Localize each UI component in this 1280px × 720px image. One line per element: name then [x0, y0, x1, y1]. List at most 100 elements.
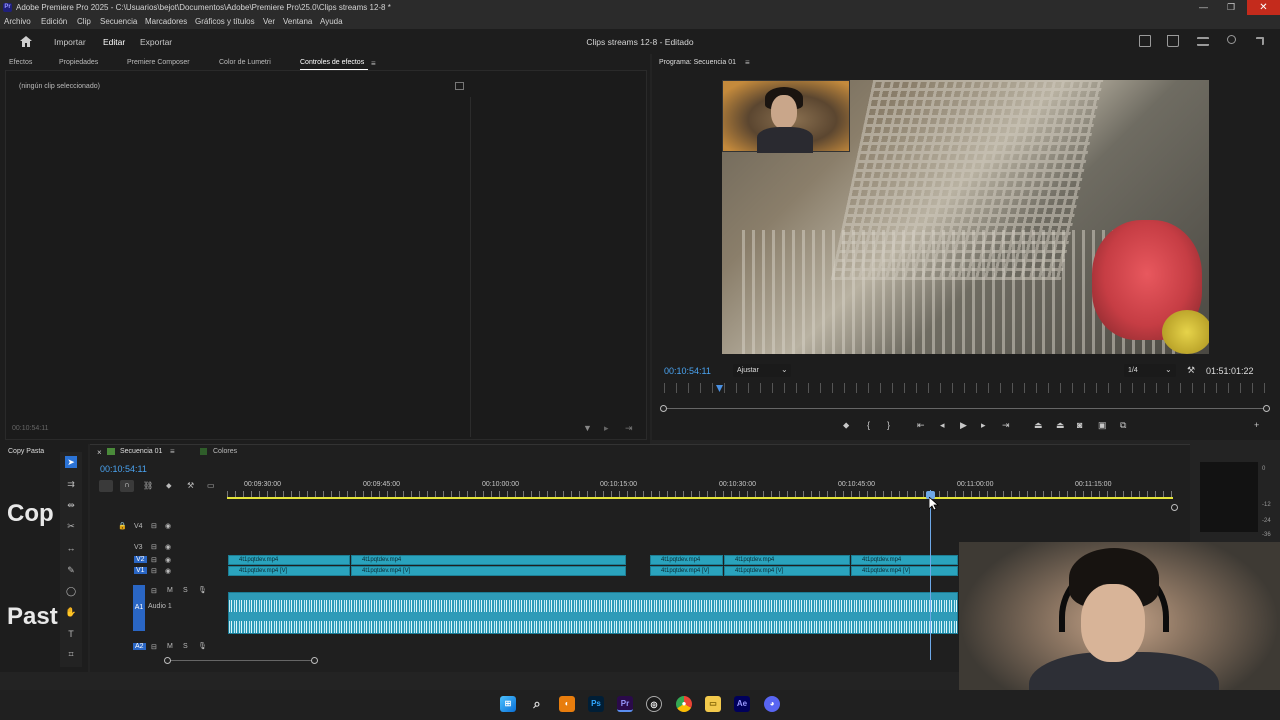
lift-icon[interactable]: ⏏ — [1034, 420, 1043, 431]
go-to-out-icon[interactable]: ⇥ — [1002, 420, 1010, 431]
clip-v2-2[interactable]: 4t1pqtdev.mp4 — [351, 555, 626, 565]
sync-icon[interactable]: ⊟ — [151, 556, 157, 564]
fullscreen-icon[interactable] — [1256, 37, 1264, 45]
share-icon[interactable] — [1167, 35, 1179, 47]
mark-in-icon[interactable]: { — [867, 420, 870, 430]
razor-icon[interactable]: ✂ — [65, 520, 77, 532]
timeline-playhead[interactable] — [930, 490, 931, 660]
tab-color-lumetri[interactable]: Color de Lumetri — [219, 59, 271, 66]
tab-controles-efectos[interactable]: Controles de efectos — [300, 59, 364, 66]
lock-icon[interactable]: 🔒 — [118, 522, 127, 530]
discord-icon[interactable]: ◕ — [764, 696, 780, 712]
menu-graficos[interactable]: Gráficos y títulos — [195, 17, 255, 26]
mute-button[interactable]: M — [167, 643, 173, 650]
work-area-bar[interactable] — [227, 497, 1173, 499]
windows-icon[interactable]: ⊞ — [500, 696, 516, 712]
mic-icon[interactable]: 🎙 — [198, 586, 207, 594]
ellipse-icon[interactable]: ◯ — [65, 585, 77, 597]
eye-icon[interactable]: ◉ — [165, 543, 171, 551]
compare-icon[interactable]: ▣ — [1098, 420, 1107, 431]
toggle-timeline-icon[interactable] — [455, 82, 464, 90]
menu-ver[interactable]: Ver — [263, 17, 275, 26]
settings-wrench-icon[interactable]: ⚒ — [187, 481, 194, 490]
wrench-icon[interactable]: ⚒ — [1187, 365, 1195, 376]
menu-ventana[interactable]: Ventana — [283, 17, 312, 26]
track-v2-label[interactable]: V2 — [134, 556, 147, 563]
zoom-handle-right[interactable] — [1263, 405, 1270, 412]
eye-icon[interactable]: ◉ — [165, 522, 171, 530]
nest-icon[interactable] — [99, 480, 113, 492]
menu-marcadores[interactable]: Marcadores — [145, 17, 187, 26]
add-marker-icon[interactable]: ⬥ — [843, 420, 849, 431]
blender-icon[interactable]: ◐ — [559, 696, 575, 712]
search-icon[interactable]: ⌕ — [529, 696, 545, 712]
track-v3-label[interactable]: V3 — [134, 544, 143, 551]
program-timecode[interactable]: 00:10:54:11 — [664, 366, 711, 376]
step-back-icon[interactable]: ◂ — [940, 420, 945, 431]
aftereffects-icon[interactable]: Ae — [734, 696, 750, 712]
go-to-in-icon[interactable]: ⇤ — [917, 420, 925, 431]
clip-v1-5[interactable]: 4t1pqtdev.mp4 [V] — [851, 566, 958, 576]
ripple-edit-icon[interactable]: ⇹ — [65, 499, 77, 511]
folder-icon[interactable]: ▭ — [705, 696, 721, 712]
camera-icon[interactable]: ◙ — [1077, 420, 1082, 430]
solo-button[interactable]: S — [183, 643, 188, 650]
clip-v1-4[interactable]: 4t1pqtdev.mp4 [V] — [724, 566, 850, 576]
sync-icon[interactable]: ⊟ — [151, 587, 157, 595]
menu-secuencia[interactable]: Secuencia — [100, 17, 137, 26]
track-a2-label[interactable]: A2 — [133, 643, 146, 650]
sync-icon[interactable]: ⊟ — [151, 567, 157, 575]
panel-menu-icon[interactable]: ≡ — [371, 59, 376, 68]
mic-icon[interactable]: 🎙 — [198, 642, 207, 650]
program-video-frame[interactable] — [722, 80, 1209, 354]
timeline-zoom-left[interactable] — [164, 657, 171, 664]
track-select-icon[interactable]: ⇉ — [65, 478, 77, 490]
fit-dropdown[interactable]: Ajustar ⌄ — [733, 364, 791, 377]
menu-clip[interactable]: Clip — [77, 17, 91, 26]
zoom-scrollbar[interactable] — [664, 408, 1267, 409]
type-icon[interactable]: T — [65, 628, 77, 640]
clip-v2-5[interactable]: 4t1pqtdev.mp4 — [851, 555, 958, 565]
program-tab[interactable]: Programa: Secuencia 01 — [659, 59, 736, 66]
sync-icon[interactable]: ⊟ — [151, 543, 157, 551]
play-icon[interactable]: ▶ — [960, 420, 967, 431]
minimize-button[interactable]: — — [1199, 2, 1208, 12]
chrome-icon[interactable]: ● — [676, 696, 692, 712]
hand-icon[interactable]: ✋ — [65, 606, 77, 618]
premiere-icon[interactable]: Pr — [617, 696, 633, 712]
obs-icon[interactable]: ◎ — [646, 696, 662, 712]
caption-icon[interactable]: ⌗ — [65, 648, 77, 660]
sync-icon[interactable]: ⊟ — [151, 643, 157, 651]
tab-efectos[interactable]: Efectos — [9, 59, 32, 66]
audio-clip-a1[interactable] — [228, 592, 958, 634]
clip-v1-3[interactable]: 4t1pqtdev.mp4 [V] — [650, 566, 723, 576]
clip-v1-2[interactable]: 4t1pqtdev.mp4 [V] — [351, 566, 626, 576]
sync-icon[interactable]: ⊟ — [151, 522, 157, 530]
track-a1-label[interactable]: A1 — [133, 585, 145, 631]
colors-tab[interactable]: Colores — [213, 448, 237, 455]
clip-v2-4[interactable]: 4t1pqtdev.mp4 — [724, 555, 850, 565]
mute-button[interactable]: M — [167, 587, 173, 594]
maximize-button[interactable]: ❐ — [1227, 2, 1235, 13]
menu-lines-icon[interactable] — [1197, 37, 1209, 46]
play-audio-icon[interactable]: ▸ — [604, 423, 609, 434]
linked-select-icon[interactable]: ⛓ — [143, 481, 153, 490]
close-button[interactable]: ✕ — [1247, 0, 1280, 15]
clip-v1-1[interactable]: 4t1pqtdev.mp4 [V] — [228, 566, 350, 576]
quality-dropdown[interactable]: 1/4 ⌄ — [1124, 364, 1176, 377]
eye-icon[interactable]: ◉ — [165, 556, 171, 564]
pen-icon[interactable]: ✎ — [65, 564, 77, 576]
captions-icon[interactable]: ▭ — [207, 481, 215, 490]
eye-icon[interactable]: ◉ — [165, 567, 171, 575]
solo-button[interactable]: S — [183, 587, 188, 594]
marker-icon[interactable]: ⬥ — [166, 481, 172, 491]
timeline-zoom-bar[interactable] — [168, 660, 318, 661]
clip-v2-1[interactable]: 4t1pqtdev.mp4 — [228, 555, 350, 565]
menu-ayuda[interactable]: Ayuda — [320, 17, 343, 26]
filter-icon[interactable]: ▼ — [583, 423, 592, 433]
extract-icon[interactable]: ⏏ — [1056, 420, 1065, 431]
workspace-icon[interactable] — [1139, 35, 1151, 47]
snap-icon[interactable]: ∩ — [120, 480, 134, 492]
export-frame-icon[interactable]: ⇥ — [625, 423, 633, 434]
mark-out-icon[interactable]: } — [887, 420, 890, 430]
